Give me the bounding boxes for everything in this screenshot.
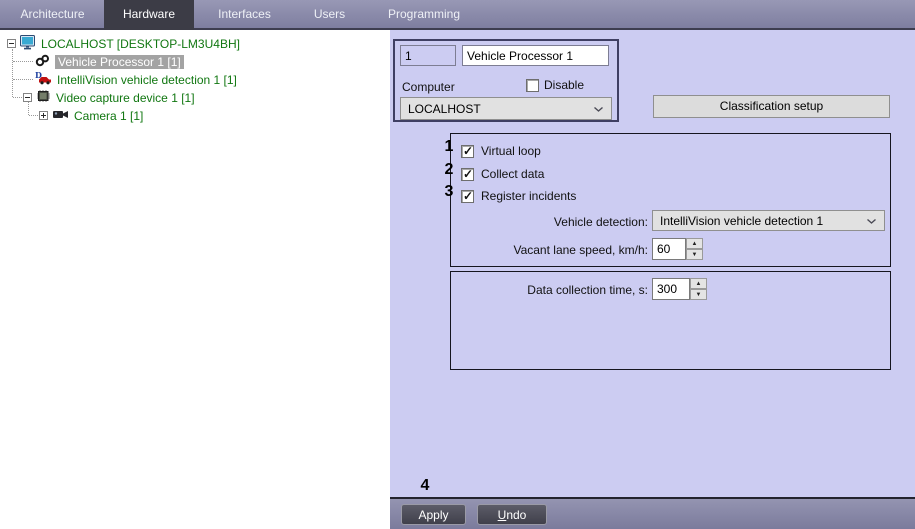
disable-checkbox[interactable] [526, 78, 539, 92]
register-incidents-checkbox[interactable] [461, 189, 474, 203]
action-bar: Apply Undo [390, 497, 915, 529]
tab-programming[interactable]: Programming [378, 0, 470, 30]
object-id-field[interactable] [400, 45, 456, 66]
apply-button[interactable]: Apply [401, 504, 466, 525]
annotation-4: 4 [420, 477, 430, 494]
undo-button[interactable]: Undo [477, 504, 547, 525]
app-window: Architecture Hardware Interfaces Users P… [0, 0, 915, 529]
tree-connector [13, 79, 33, 80]
object-name-field[interactable] [462, 45, 609, 66]
tree-item-camera[interactable]: Camera 1 [1] [39, 107, 143, 124]
vehicle-detection-icon: D [35, 70, 52, 88]
capture-chip-icon [36, 89, 51, 106]
annotation-3: 3 [444, 183, 454, 200]
tree-item-video-capture-device[interactable]: Video capture device 1 [1] [23, 89, 195, 106]
tree-item-label: Camera 1 [1] [74, 108, 144, 123]
tree-connector [12, 49, 13, 97]
collect-data-label: Collect data [481, 167, 545, 181]
virtual-loop-label: Virtual loop [481, 144, 541, 158]
spin-down-button[interactable]: ▼ [690, 289, 707, 300]
computer-label: Computer [402, 80, 455, 94]
expand-expander-icon[interactable] [39, 111, 48, 120]
spin-up-button[interactable]: ▲ [686, 238, 703, 249]
computer-select[interactable]: LOCALHOST [400, 97, 612, 120]
register-incidents-label: Register incidents [481, 189, 577, 203]
apply-button-label: Apply [418, 507, 449, 522]
data-collection-group: Data collection time, s: ▲ ▼ [450, 271, 891, 370]
data-collection-time-input[interactable] [652, 278, 690, 300]
classification-setup-button[interactable]: Classification setup [653, 95, 890, 118]
monitor-icon [20, 34, 36, 53]
disable-label: Disable [544, 78, 585, 92]
vacant-lane-speed-spinner: ▲ ▼ [652, 238, 703, 260]
annotation-2: 2 [444, 161, 454, 178]
vacant-lane-speed-input[interactable] [652, 238, 686, 260]
identity-box: Computer Disable LOCALHOST [393, 39, 619, 122]
chevron-down-icon [593, 102, 604, 116]
tree-connector [13, 61, 33, 62]
collapse-expander-icon[interactable] [23, 93, 32, 102]
spin-down-button[interactable]: ▼ [686, 249, 703, 260]
tree-item-label-selected: Vehicle Processor 1 [1] [55, 54, 184, 69]
tab-hardware[interactable]: Hardware [104, 0, 194, 30]
settings-panel: Computer Disable LOCALHOST Classificatio… [390, 30, 915, 497]
spin-up-button[interactable]: ▲ [690, 278, 707, 289]
data-collection-time-label: Data collection time, s: [527, 283, 648, 297]
chevron-down-icon [866, 214, 877, 228]
vehicle-detection-select[interactable]: IntelliVision vehicle detection 1 [652, 210, 885, 231]
data-collection-time-spinner: ▲ ▼ [652, 278, 707, 300]
tree-item-localhost[interactable]: LOCALHOST [DESKTOP-LM3U4BH] [7, 34, 240, 53]
tree-connector [29, 115, 38, 116]
top-nav: Architecture Hardware Interfaces Users P… [0, 0, 915, 30]
tab-architecture[interactable]: Architecture [10, 0, 95, 30]
tree-item-label: Video capture device 1 [1] [56, 90, 195, 105]
tab-interfaces[interactable]: Interfaces [202, 0, 287, 30]
vehicle-detection-label: Vehicle detection: [553, 215, 648, 229]
computer-select-value: LOCALHOST [408, 101, 481, 116]
tree-item-intellivision-detection[interactable]: D IntelliVision vehicle detection 1 [1] [35, 70, 237, 88]
detection-options-group: Virtual loop Collect data Register incid… [450, 133, 891, 267]
collapse-expander-icon[interactable] [7, 39, 16, 48]
tree-item-label: LOCALHOST [DESKTOP-LM3U4BH] [41, 36, 240, 51]
hardware-tree: LOCALHOST [DESKTOP-LM3U4BH] Vehicle Proc… [0, 30, 390, 529]
vacant-lane-speed-label: Vacant lane speed, km/h: [513, 243, 648, 257]
virtual-loop-checkbox[interactable] [461, 144, 474, 158]
vehicle-detection-value: IntelliVision vehicle detection 1 [660, 213, 824, 228]
tree-connector [13, 97, 22, 98]
tree-item-vehicle-processor[interactable]: Vehicle Processor 1 [1] [35, 53, 184, 70]
tab-users[interactable]: Users [302, 0, 357, 30]
collect-data-checkbox[interactable] [461, 167, 474, 181]
annotation-1: 1 [444, 138, 454, 155]
vehicle-processor-icon [35, 54, 50, 70]
camera-icon [52, 109, 69, 123]
tree-item-label: IntelliVision vehicle detection 1 [1] [57, 72, 237, 87]
undo-button-label: Undo [497, 507, 527, 522]
